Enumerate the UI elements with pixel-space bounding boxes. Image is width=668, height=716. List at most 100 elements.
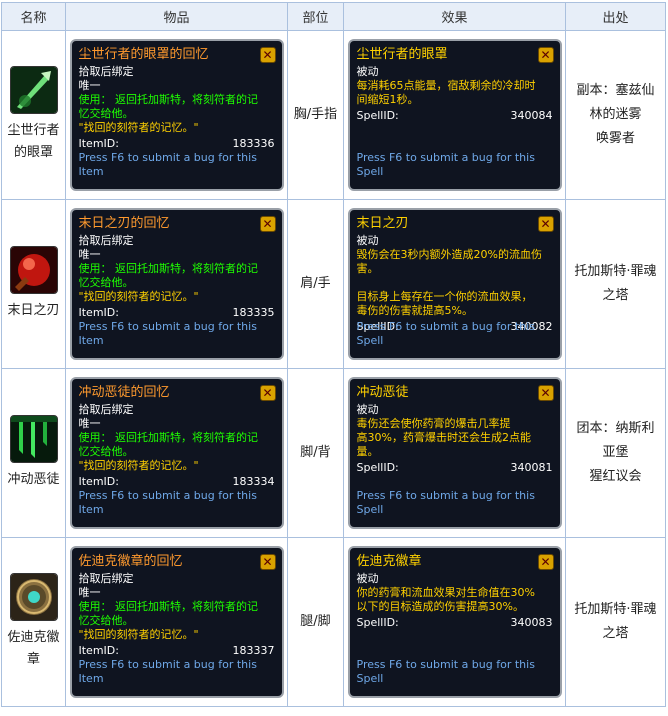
item-tooltip: 佐迪克徽章的回忆 拾取后绑定 唯一 使用： 返回托加斯特，将刻符者的记 忆交给他。… — [69, 546, 284, 698]
close-icon[interactable]: ✕ — [537, 385, 554, 401]
spell-bug-report-link[interactable]: Press F6 to submit a bug for this Spell — [357, 489, 560, 517]
header-row: 名称 物品 部位 效果 出处 — [1, 2, 666, 31]
legendary-table: 名称 物品 部位 效果 出处 尘世行者 的眼罩 尘世行者的眼罩的回忆 拾取后绑定 … — [1, 2, 666, 707]
name-cell: 佐迪克徽章 — [1, 537, 66, 707]
item-id-label: ItemID: — [78, 644, 119, 657]
source-cell: 托加斯特·罪魂 之塔 — [565, 537, 666, 707]
close-icon[interactable]: ✕ — [259, 385, 276, 401]
item-id-value: 183334 — [232, 475, 275, 488]
item-id-row: ItemID: 183336 — [79, 137, 275, 151]
slot-cell: 腿/脚 — [287, 537, 344, 707]
spell-id-row: SpellID: 340083 — [357, 616, 553, 630]
spell-id-label: SpellID: — [356, 109, 399, 122]
item-use-text: 使用： 返回托加斯特，将刻符者的记 忆交给他。 — [78, 600, 259, 627]
source-cell: 团本：纳斯利 亚堡 猩红议会 — [565, 368, 666, 538]
spell-id-label: SpellID: — [356, 461, 399, 474]
effect-cell: 尘世行者的眼罩 被动 每消耗65点能量，宿敌剩余的冷却时 间缩短1秒。 Spell… — [343, 30, 566, 200]
item-cell: 末日之刃的回忆 拾取后绑定 唯一 使用： 返回托加斯特，将刻符者的记 忆交给他。 … — [65, 199, 288, 369]
slot-cell: 胸/手指 — [287, 30, 344, 200]
spell-tooltip-title: 尘世行者的眼罩 — [356, 47, 448, 62]
spell-description: 每消耗65点能量，宿敌剩余的冷却时 间缩短1秒。 — [356, 79, 536, 106]
item-unique: 唯一 — [78, 417, 101, 430]
item-quote: "找回的刻符者的记忆。" — [78, 459, 199, 472]
bronze-medallion-icon[interactable] — [9, 573, 58, 621]
table-row: 佐迪克徽章 佐迪克徽章的回忆 拾取后绑定 唯一 使用： 返回托加斯特，将刻符者的… — [1, 537, 666, 707]
spell-passive: 被动 — [356, 572, 379, 585]
close-icon[interactable]: ✕ — [537, 47, 554, 63]
item-bind: 拾取后绑定 — [78, 65, 134, 78]
spell-tooltip: 冲动恶徒 被动 毒伤还会使你药膏的爆击几率提 高30%，药膏爆击时还会生成2点能量… — [347, 377, 562, 529]
item-bug-report-link[interactable]: Press F6 to submit a bug for this Item — [79, 151, 282, 179]
item-bind: 拾取后绑定 — [78, 403, 134, 416]
spell-id-value: 340084 — [510, 109, 553, 122]
close-icon[interactable]: ✕ — [537, 554, 554, 570]
name-cell: 尘世行者 的眼罩 — [1, 30, 66, 200]
spell-tooltip-title: 佐迪克徽章 — [356, 554, 422, 569]
green-drip-icon[interactable] — [9, 415, 58, 463]
item-id-label: ItemID: — [78, 137, 119, 150]
item-name[interactable]: 末日之刃 — [2, 300, 65, 322]
item-use-text: 使用： 返回托加斯特，将刻符者的记 忆交给他。 — [78, 431, 259, 458]
spell-bug-report-link[interactable]: Press F6 to submit a bug for this Spell — [357, 658, 560, 686]
header-effect: 效果 — [343, 2, 566, 31]
spell-id-value: 340083 — [510, 616, 553, 629]
item-quote: "找回的刻符者的记忆。" — [78, 121, 199, 134]
source-cell: 副本：塞兹仙 林的迷雾 唤雾者 — [565, 30, 666, 200]
spell-passive: 被动 — [356, 65, 379, 78]
close-icon[interactable]: ✕ — [537, 216, 554, 232]
item-bug-report-link[interactable]: Press F6 to submit a bug for this Item — [79, 489, 282, 517]
item-bug-report-link[interactable]: Press F6 to submit a bug for this Item — [79, 658, 282, 686]
name-cell: 末日之刃 — [1, 199, 66, 369]
spell-passive: 被动 — [356, 234, 379, 247]
item-cell: 尘世行者的眼罩的回忆 拾取后绑定 唯一 使用： 返回托加斯特，将刻符者的记 忆交给… — [65, 30, 288, 200]
item-bug-report-link[interactable]: Press F6 to submit a bug for this Item — [79, 320, 282, 348]
close-icon[interactable]: ✕ — [259, 47, 276, 63]
spell-tooltip: 佐迪克徽章 被动 你的药膏和流血效果对生命值在30% 以下的目标造成的伤害提高30… — [347, 546, 562, 698]
slot-cell: 肩/手 — [287, 199, 344, 369]
item-name[interactable]: 冲动恶徒 — [2, 469, 65, 491]
spell-description: 你的药膏和流血效果对生命值在30% 以下的目标造成的伤害提高30%。 — [356, 586, 535, 613]
spell-description: 毒伤还会使你药膏的爆击几率提 高30%，药膏爆击时还会生成2点能 量。 — [356, 417, 531, 458]
item-id-value: 183335 — [232, 306, 275, 319]
item-bind: 拾取后绑定 — [78, 572, 134, 585]
item-id-value: 183337 — [232, 644, 275, 657]
item-name[interactable]: 佐迪克徽章 — [2, 627, 65, 671]
spell-bug-report-link[interactable]: Press F6 to submit a bug for this Spell — [357, 320, 560, 348]
name-cell: 冲动恶徒 — [1, 368, 66, 538]
item-name[interactable]: 尘世行者 的眼罩 — [2, 120, 65, 164]
header-name: 名称 — [1, 2, 66, 31]
red-orb-icon[interactable] — [9, 246, 58, 294]
item-tooltip-title: 尘世行者的眼罩的回忆 — [78, 47, 209, 62]
spell-id-value: 340081 — [510, 461, 553, 474]
header-slot: 部位 — [287, 2, 344, 31]
green-blade-icon[interactable] — [9, 66, 58, 114]
item-tooltip-title: 冲动恶徒的回忆 — [78, 385, 170, 400]
spell-tooltip: 尘世行者的眼罩 被动 每消耗65点能量，宿敌剩余的冷却时 间缩短1秒。 Spell… — [347, 39, 562, 191]
effect-cell: 冲动恶徒 被动 毒伤还会使你药膏的爆击几率提 高30%，药膏爆击时还会生成2点能量… — [343, 368, 566, 538]
spell-tooltip-title: 冲动恶徒 — [356, 385, 409, 400]
table-row: 尘世行者 的眼罩 尘世行者的眼罩的回忆 拾取后绑定 唯一 使用： 返回托加斯特，将… — [1, 30, 666, 200]
spell-description: 毁伤会在3秒内额外造成20%的流血伤 害。 目标身上每存在一个你的流血效果， 毒伤的… — [356, 248, 542, 317]
header-item: 物品 — [65, 2, 288, 31]
spell-bug-report-link[interactable]: Press F6 to submit a bug for this Spell — [357, 151, 560, 179]
close-icon[interactable]: ✕ — [259, 216, 276, 232]
item-id-label: ItemID: — [78, 475, 119, 488]
spell-tooltip: 末日之刃 被动 毁伤会在3秒内额外造成20%的流血伤 害。 目标身上每存在一个你的… — [347, 208, 562, 360]
item-tooltip-title: 末日之刃的回忆 — [78, 216, 170, 231]
spell-id-row: SpellID: 340081 — [357, 461, 553, 475]
item-tooltip: 尘世行者的眼罩的回忆 拾取后绑定 唯一 使用： 返回托加斯特，将刻符者的记 忆交给… — [69, 39, 284, 191]
effect-cell: 末日之刃 被动 毁伤会在3秒内额外造成20%的流血伤 害。 目标身上每存在一个你的… — [343, 199, 566, 369]
source-cell: 托加斯特·罪魂 之塔 — [565, 199, 666, 369]
item-tooltip-title: 佐迪克徽章的回忆 — [78, 554, 183, 569]
item-id-row: ItemID: 183334 — [79, 475, 275, 489]
spell-passive: 被动 — [356, 403, 379, 416]
header-source: 出处 — [565, 2, 666, 31]
item-bind: 拾取后绑定 — [78, 234, 134, 247]
spell-id-label: SpellID: — [356, 616, 399, 629]
item-unique: 唯一 — [78, 586, 101, 599]
item-cell: 冲动恶徒的回忆 拾取后绑定 唯一 使用： 返回托加斯特，将刻符者的记 忆交给他。 … — [65, 368, 288, 538]
close-icon[interactable]: ✕ — [259, 554, 276, 570]
table-row: 冲动恶徒 冲动恶徒的回忆 拾取后绑定 唯一 使用： 返回托加斯特，将刻符者的记忆… — [1, 368, 666, 538]
slot-cell: 脚/背 — [287, 368, 344, 538]
item-id-label: ItemID: — [78, 306, 119, 319]
